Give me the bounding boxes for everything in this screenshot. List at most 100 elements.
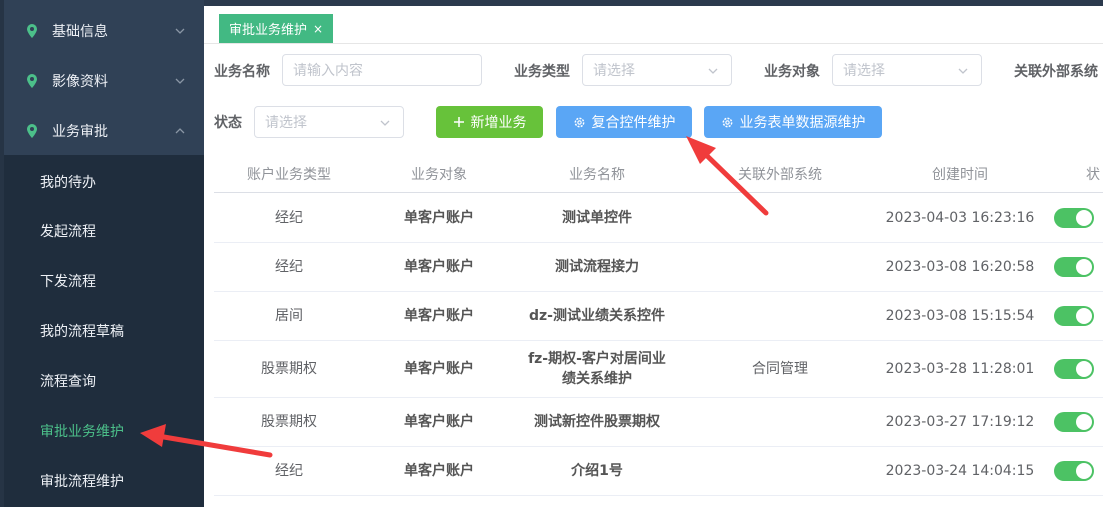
- add-business-label: 新增业务: [470, 115, 527, 131]
- cell-name: 测试新控件股票期权: [534, 414, 660, 430]
- table-row: 股票期权 单客户账户 fz-期权-客户对居间业 绩关系维护 合同管理 2023-…: [214, 341, 1103, 398]
- cell-created: 2023-03-28 11:28:01: [885, 361, 1035, 377]
- business-object-label: 业务对象: [764, 64, 820, 80]
- sidebar-item-process-query[interactable]: 流程查询: [40, 371, 96, 391]
- menu-basic-info[interactable]: 基础信息: [4, 6, 204, 56]
- plus-icon: [453, 117, 464, 127]
- status-toggle[interactable]: [1054, 306, 1094, 326]
- location-pin-icon: [27, 124, 37, 138]
- chevron-up-icon: [175, 128, 185, 134]
- business-object-select[interactable]: 请选择: [832, 54, 982, 86]
- cell-external-system: 合同管理: [752, 361, 808, 377]
- status-toggle[interactable]: [1054, 208, 1094, 228]
- cell-account-type: 经纪: [275, 209, 303, 226]
- business-name-label: 业务名称: [214, 64, 270, 80]
- status-label: 状态: [214, 115, 242, 131]
- business-name-input[interactable]: 请输入内容: [282, 54, 482, 86]
- cell-account-type: 经纪: [275, 463, 303, 479]
- table-row: 股票期权 单客户账户 测试新控件股票期权 2023-03-27 17:19:12: [214, 398, 1103, 447]
- cell-name-line1: fz-期权-客户对居间业: [528, 351, 666, 367]
- tags-view: 审批业务维护 ×: [204, 6, 1103, 44]
- form-datasource-label: 业务表单数据源维护: [739, 115, 866, 131]
- cell-external-system: [680, 243, 880, 291]
- column-header-name[interactable]: 业务名称: [514, 155, 680, 193]
- cell-account-type: 股票期权: [261, 361, 317, 377]
- cell-external-system: [680, 292, 880, 340]
- cell-external-system: [680, 193, 880, 242]
- chevron-down-icon: [175, 28, 185, 34]
- business-name-placeholder: 请输入内容: [293, 63, 363, 79]
- sidebar-item-issue-process[interactable]: 下发流程: [40, 271, 96, 291]
- cell-account-type: 经纪: [275, 259, 303, 275]
- status-toggle[interactable]: [1054, 359, 1094, 379]
- business-type-label: 业务类型: [514, 64, 570, 80]
- column-header-external-system[interactable]: 关联外部系统: [680, 155, 880, 193]
- add-business-button[interactable]: 新增业务: [436, 106, 543, 138]
- menu-business-approval-label: 业务审批: [52, 124, 108, 140]
- chevron-down-icon: [708, 68, 718, 74]
- business-type-placeholder: 请选择: [593, 63, 635, 79]
- tab-label: 审批业务维护: [229, 23, 308, 38]
- cell-account-type: 居间: [275, 308, 303, 324]
- chevron-down-icon: [175, 78, 185, 84]
- external-system-label: 关联外部系统: [1014, 64, 1098, 80]
- chevron-down-icon: [958, 68, 968, 74]
- menu-image-data[interactable]: 影像资料: [4, 56, 204, 106]
- cell-name: dz-测试业绩关系控件: [529, 308, 665, 324]
- cell-account-type: 股票期权: [261, 414, 317, 430]
- menu-image-data-label: 影像资料: [52, 74, 108, 90]
- table-header: 账户业务类型 业务对象 业务名称 关联外部系统 创建时间 状: [214, 155, 1103, 193]
- cell-external-system: [680, 447, 880, 495]
- gear-icon: [722, 117, 732, 127]
- status-toggle[interactable]: [1054, 461, 1094, 481]
- menu-basic-info-label: 基础信息: [52, 24, 108, 40]
- cell-object: 单客户账户: [404, 463, 474, 479]
- cell-created: 2023-03-27 17:19:12: [885, 414, 1035, 430]
- app-window: 基础信息 影像资料 业务审批 我的待办 发起流程 下发流程 我的流程草稿 流程查…: [0, 0, 1103, 507]
- cell-created: 2023-04-03 16:23:16: [885, 209, 1035, 226]
- sidebar-item-my-todo[interactable]: 我的待办: [40, 172, 96, 192]
- status-toggle[interactable]: [1054, 257, 1094, 277]
- cell-name: fz-期权-客户对居间业 绩关系维护: [514, 341, 680, 397]
- cell-object: 单客户账户: [404, 414, 474, 430]
- cell-external-system: [680, 398, 880, 446]
- chevron-down-icon: [380, 120, 390, 126]
- cell-created: 2023-03-24 14:04:15: [885, 463, 1035, 479]
- status-placeholder: 请选择: [265, 115, 307, 131]
- table-row: 居间 单客户账户 dz-测试业绩关系控件 2023-03-08 15:15:54: [214, 292, 1103, 341]
- sidebar-item-approval-process-maint[interactable]: 审批流程维护: [40, 471, 124, 491]
- location-pin-icon: [27, 74, 37, 88]
- sidebar: 基础信息 影像资料 业务审批 我的待办 发起流程 下发流程 我的流程草稿 流程查…: [0, 0, 204, 507]
- status-select[interactable]: 请选择: [254, 106, 404, 138]
- sidebar-item-start-process[interactable]: 发起流程: [40, 221, 96, 241]
- cell-created: 2023-03-08 15:15:54: [885, 308, 1035, 324]
- sidebar-item-process-drafts[interactable]: 我的流程草稿: [40, 321, 124, 341]
- business-type-select[interactable]: 请选择: [582, 54, 732, 86]
- table-row: 经纪 单客户账户 介绍1号 2023-03-24 14:04:15: [214, 447, 1103, 496]
- column-header-created[interactable]: 创建时间: [880, 155, 1040, 193]
- column-header-account-type[interactable]: 账户业务类型: [214, 155, 364, 193]
- cell-object: 单客户账户: [404, 209, 474, 226]
- business-object-placeholder: 请选择: [843, 63, 885, 79]
- cell-name: 测试单控件: [562, 209, 632, 226]
- cell-created: 2023-03-08 16:20:58: [885, 259, 1035, 275]
- sidebar-item-approval-business-maint[interactable]: 审批业务维护: [40, 421, 124, 441]
- cell-object: 单客户账户: [404, 308, 474, 324]
- status-toggle[interactable]: [1054, 412, 1094, 432]
- composite-control-button[interactable]: 复合控件维护: [556, 106, 692, 138]
- cell-name-line2: 绩关系维护: [562, 371, 632, 387]
- cell-name: 介绍1号: [571, 463, 623, 479]
- tab-approval-business-maint[interactable]: 审批业务维护 ×: [219, 14, 334, 43]
- composite-control-label: 复合控件维护: [591, 115, 676, 131]
- cell-object: 单客户账户: [404, 259, 474, 275]
- form-datasource-button[interactable]: 业务表单数据源维护: [704, 106, 882, 138]
- table-row: 经纪 单客户账户 测试单控件 2023-04-03 16:23:16: [214, 193, 1103, 243]
- cell-name: 测试流程接力: [555, 259, 639, 275]
- close-icon[interactable]: ×: [313, 22, 323, 36]
- menu-business-approval[interactable]: 业务审批: [4, 106, 204, 156]
- column-header-status[interactable]: 状: [1086, 155, 1103, 193]
- location-pin-icon: [27, 24, 37, 38]
- table-row: 经纪 单客户账户 测试流程接力 2023-03-08 16:20:58: [214, 243, 1103, 292]
- cell-object: 单客户账户: [404, 361, 474, 377]
- column-header-object[interactable]: 业务对象: [364, 155, 514, 193]
